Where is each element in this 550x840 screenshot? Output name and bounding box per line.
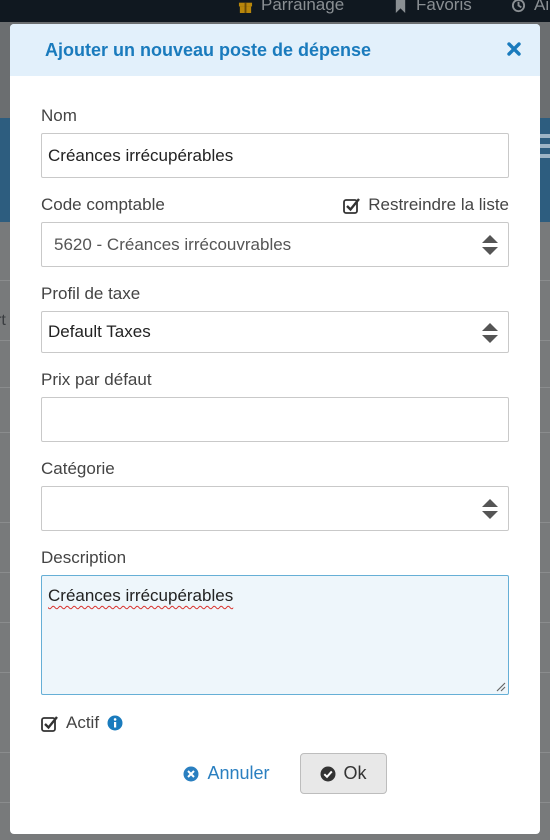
description-label: Description bbox=[41, 548, 127, 567]
tax-profile-value: Default Taxes bbox=[48, 322, 151, 341]
select-arrows-icon bbox=[482, 499, 498, 519]
code-label: Code comptable bbox=[41, 195, 165, 214]
top-nav: Parrainage Favoris Ai bbox=[0, 0, 550, 17]
close-icon[interactable] bbox=[504, 39, 524, 59]
code-select-value: 5620 - Créances irrécouvrables bbox=[54, 234, 292, 254]
nav-label: Favoris bbox=[416, 0, 472, 14]
prix-group: Prix par défaut bbox=[41, 370, 509, 442]
cancel-label: Annuler bbox=[207, 763, 270, 783]
modal-title: Ajouter un nouveau poste de dépense bbox=[45, 39, 372, 60]
category-select[interactable] bbox=[41, 486, 509, 531]
ok-button[interactable]: Ok bbox=[299, 753, 387, 794]
nav-label: Ai bbox=[534, 0, 550, 14]
categorie-group: Catégorie bbox=[41, 459, 509, 531]
modal-body: Nom Créances irrécupérables Code comptab… bbox=[10, 76, 540, 794]
check-circle-icon bbox=[320, 766, 335, 781]
modal-header: Ajouter un nouveau poste de dépense bbox=[10, 24, 540, 76]
categorie-label: Catégorie bbox=[41, 459, 115, 478]
default-price-input[interactable] bbox=[41, 397, 509, 442]
description-textarea[interactable]: Créances irrécupérables bbox=[41, 575, 509, 695]
resize-handle-icon[interactable] bbox=[494, 680, 506, 692]
description-text: Créances irrécupérables bbox=[48, 586, 234, 605]
actif-label: Actif bbox=[66, 713, 100, 732]
nom-input[interactable]: Créances irrécupérables bbox=[41, 133, 509, 178]
profil-group: Profil de taxe Default Taxes bbox=[41, 284, 509, 353]
restrict-list-label: Restreindre la liste bbox=[368, 195, 509, 214]
info-icon[interactable] bbox=[107, 715, 123, 731]
select-arrows-icon bbox=[482, 235, 498, 255]
restrict-list-checkbox[interactable]: Restreindre la liste bbox=[343, 195, 509, 215]
nav-label: Parrainage bbox=[261, 0, 345, 14]
background-text-fragment: rt bbox=[0, 312, 6, 329]
history-icon bbox=[511, 0, 526, 12]
profil-label: Profil de taxe bbox=[41, 284, 141, 303]
nom-group: Nom Créances irrécupérables bbox=[41, 106, 509, 178]
nom-label: Nom bbox=[41, 106, 77, 125]
description-group: Description Créances irrécupérables bbox=[41, 548, 509, 695]
ok-label: Ok bbox=[343, 763, 367, 783]
code-group: Code comptable Restreindre la liste 5620… bbox=[41, 195, 509, 267]
cancel-button[interactable]: Annuler bbox=[183, 763, 270, 784]
select-arrows-icon bbox=[482, 323, 498, 343]
code-select[interactable]: 5620 - Créances irrécouvrables bbox=[41, 222, 509, 267]
prix-label: Prix par défaut bbox=[41, 370, 152, 389]
checkbox-checked-icon bbox=[343, 197, 361, 214]
nav-item-ai[interactable]: Ai bbox=[511, 0, 549, 15]
actif-checkbox[interactable]: Actif bbox=[41, 713, 509, 733]
modal-footer: Annuler Ok bbox=[41, 753, 509, 794]
tax-profile-select[interactable]: Default Taxes bbox=[41, 311, 509, 353]
add-expense-modal: Ajouter un nouveau poste de dépense Nom … bbox=[10, 24, 540, 834]
checkbox-checked-icon bbox=[41, 715, 58, 732]
nav-item-favoris[interactable]: Favoris bbox=[393, 0, 472, 15]
gift-icon bbox=[238, 2, 253, 13]
bookmark-icon bbox=[395, 0, 406, 13]
cancel-circle-icon bbox=[183, 766, 199, 781]
nav-item-parrainage[interactable]: Parrainage bbox=[238, 0, 344, 15]
